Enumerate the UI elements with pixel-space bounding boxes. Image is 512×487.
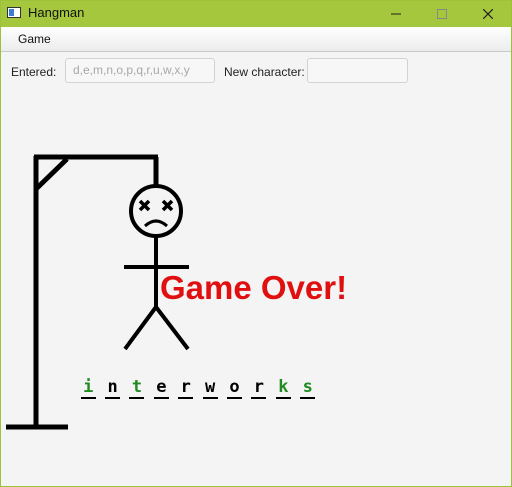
letter: r	[180, 377, 191, 397]
letter-underline	[105, 397, 121, 399]
secret-word: interworks	[76, 377, 320, 399]
letter: n	[107, 377, 118, 397]
letter: s	[302, 377, 313, 397]
letter-slot: w	[198, 377, 222, 399]
letter-slot: t	[125, 377, 149, 399]
letter-underline	[129, 397, 145, 399]
letter-slot: s	[296, 377, 320, 399]
letter-slot: o	[222, 377, 246, 399]
hanged-man	[123, 184, 190, 351]
letter: w	[205, 377, 216, 397]
hangman-drawing	[6, 154, 190, 430]
letter-underline	[300, 397, 316, 399]
gallows-brace	[34, 157, 69, 191]
letter-underline	[251, 397, 267, 399]
letter: r	[253, 377, 265, 397]
dead-eyes-icon	[138, 199, 174, 212]
frown-mouth	[143, 219, 169, 228]
letter-slot: r	[174, 377, 198, 399]
letter: e	[156, 377, 167, 397]
letter-underline	[153, 397, 169, 399]
letter-slot: n	[100, 377, 124, 399]
letter-slot: r	[247, 377, 271, 399]
head	[129, 184, 183, 238]
letter-underline	[178, 397, 194, 399]
letter-underline	[275, 397, 291, 399]
letter: t	[131, 377, 143, 397]
right-leg	[154, 305, 190, 351]
letter-slot: e	[149, 377, 173, 399]
letter-slot: i	[76, 377, 100, 399]
letter-underline	[202, 397, 218, 399]
letter-underline	[80, 397, 96, 399]
left-leg	[123, 305, 158, 351]
letter: i	[83, 377, 94, 397]
letter-underline	[227, 397, 243, 399]
letter: o	[229, 377, 240, 397]
game-over-message: Game Over!	[160, 269, 348, 306]
hangman-window: Hangman Game Entered: d,e,m,n,o,p,q,r,u,…	[0, 0, 512, 487]
letter-slot: k	[271, 377, 295, 399]
letter: k	[278, 377, 289, 397]
